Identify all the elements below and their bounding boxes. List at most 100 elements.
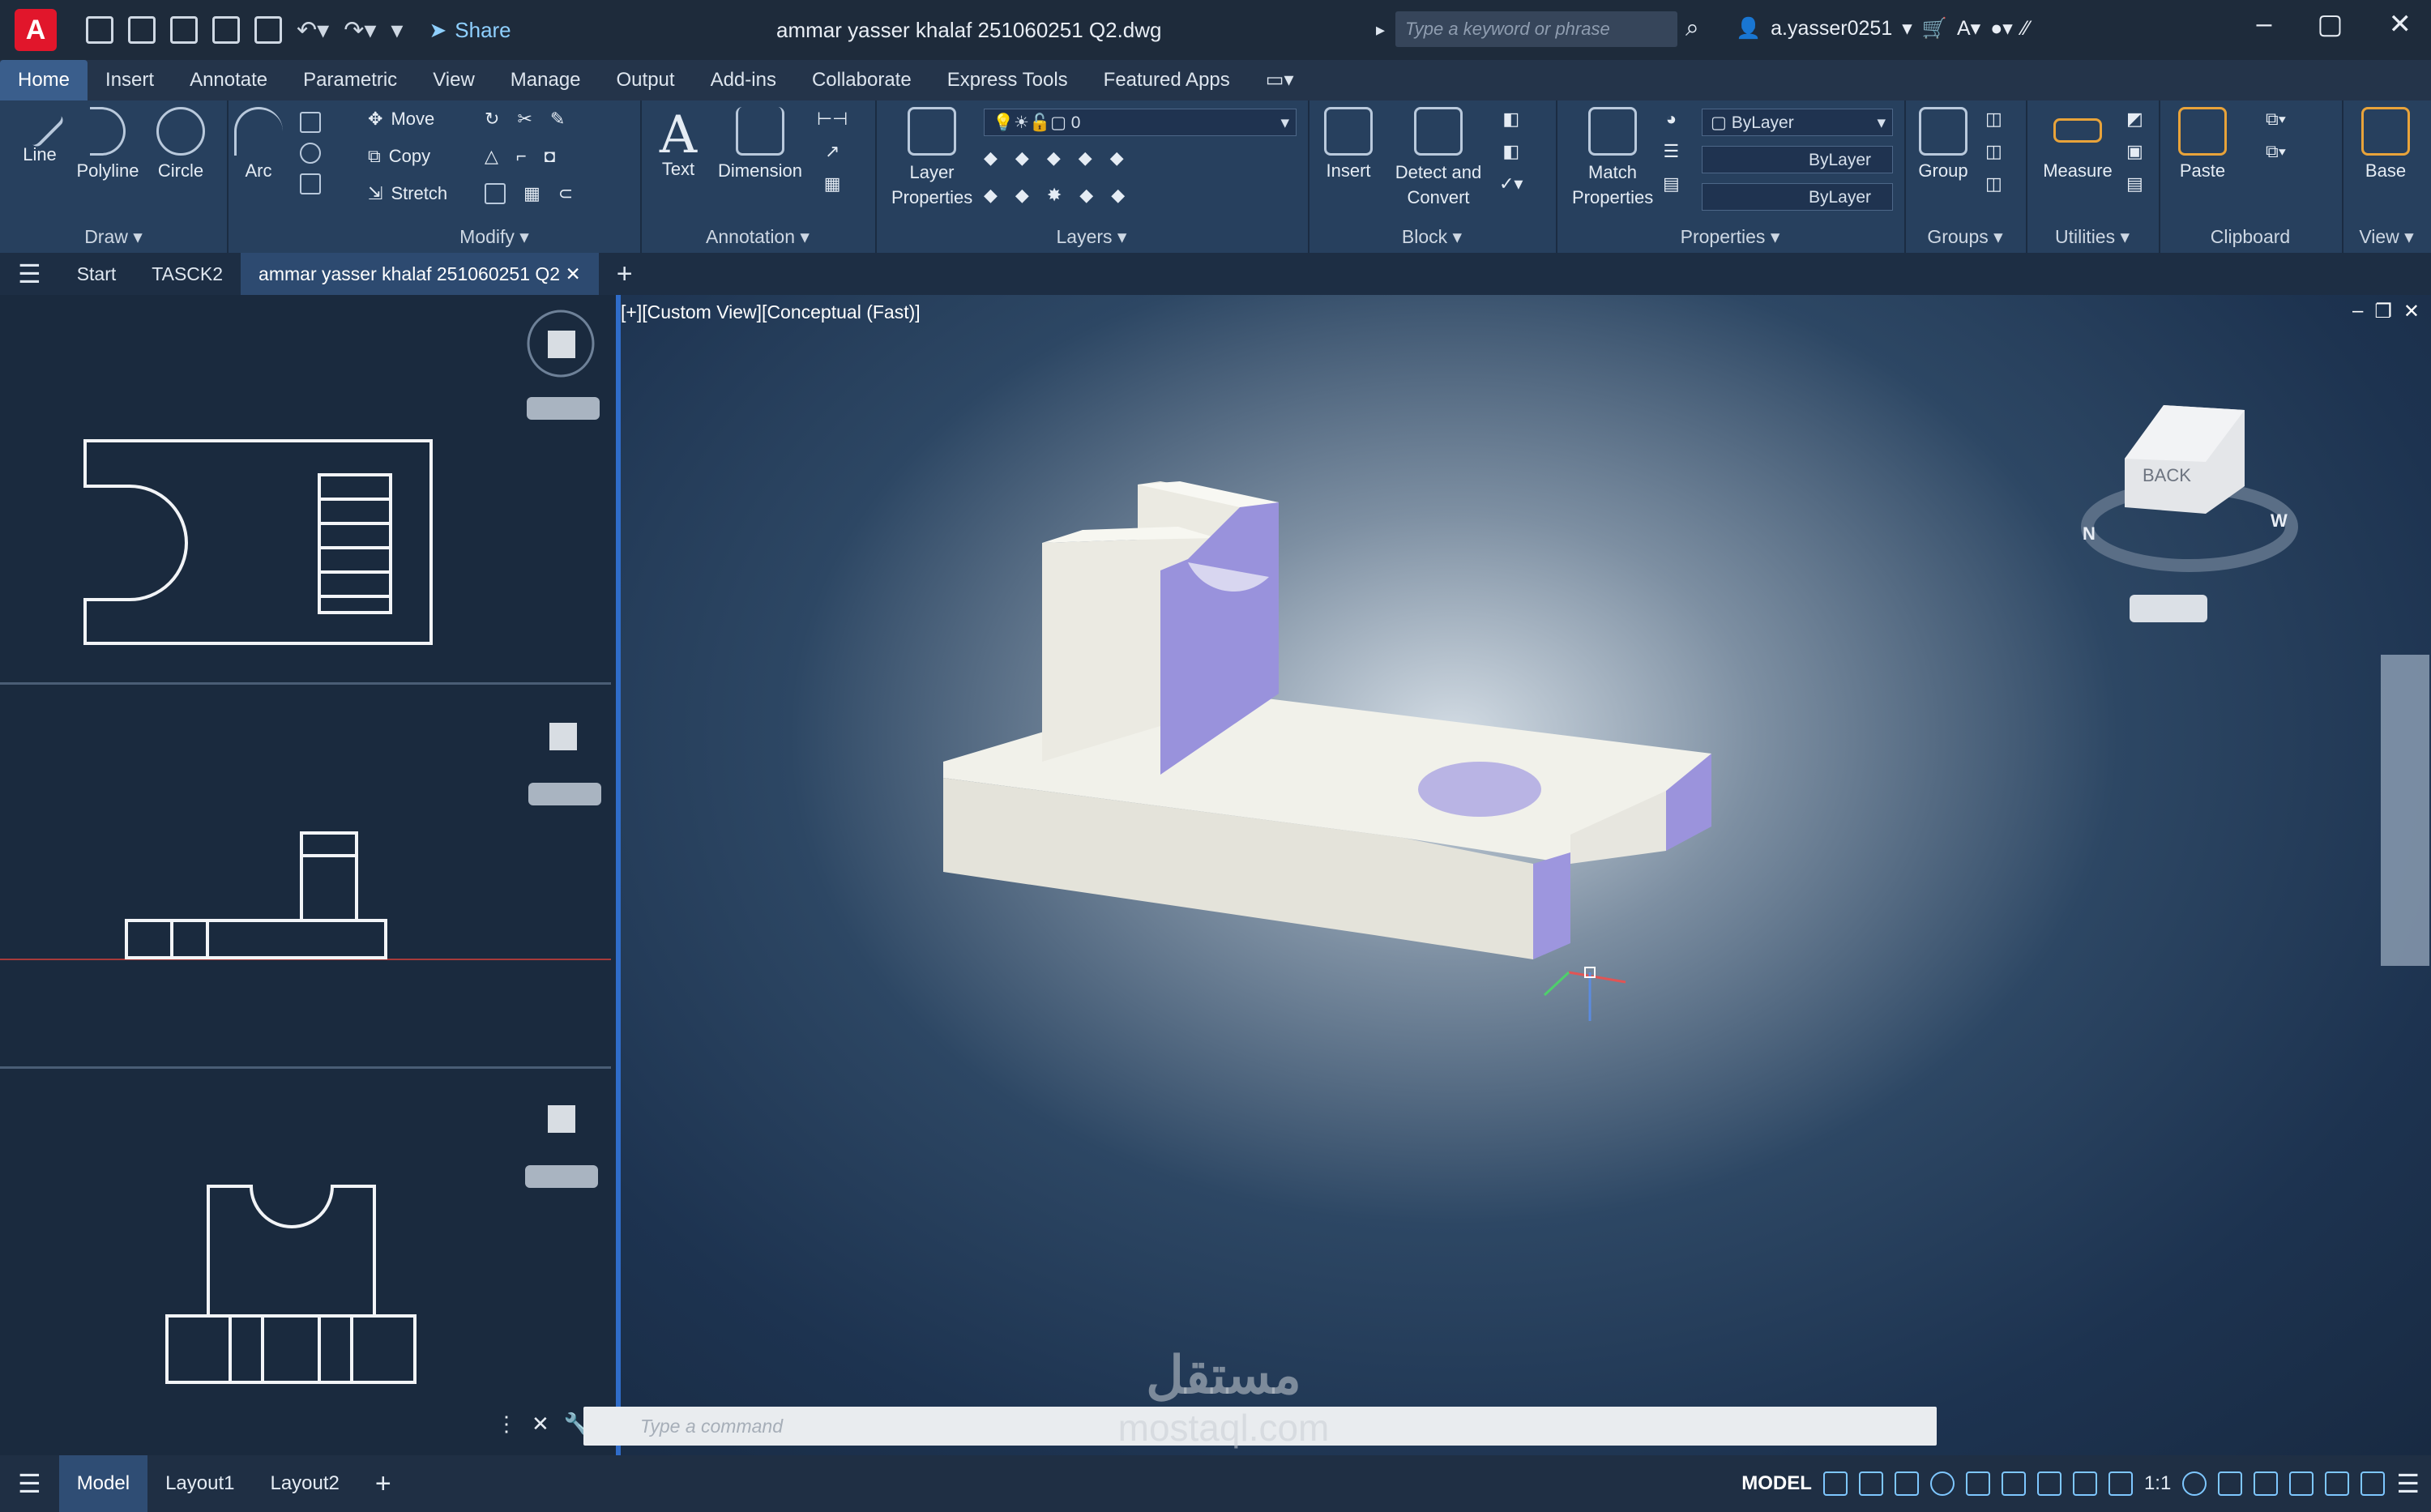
connect-icon[interactable]: ⁄⁄: [2023, 17, 2029, 41]
save-as-icon[interactable]: [212, 16, 240, 44]
polar-icon[interactable]: [1929, 1471, 1955, 1496]
viewport-divider[interactable]: [0, 682, 611, 685]
linetype-icon[interactable]: ☰: [1664, 141, 1680, 162]
search-icon[interactable]: ⌕: [1685, 15, 1699, 42]
customize-status-icon[interactable]: ☰: [2396, 1468, 2420, 1499]
undo-icon[interactable]: ↶▾: [297, 16, 329, 45]
group-select-icon[interactable]: ◫: [1985, 173, 2002, 194]
mini-viewcube-2[interactable]: [528, 723, 601, 805]
close-tab-icon[interactable]: ✕: [565, 263, 580, 284]
tab-annotate[interactable]: Annotate: [172, 60, 285, 100]
circle-tool[interactable]: Circle: [152, 107, 209, 182]
layer-freeze-icon[interactable]: ◆: [1047, 147, 1061, 169]
close-command-icon[interactable]: ✕: [532, 1412, 549, 1437]
groups-panel-label[interactable]: Groups ▾: [1904, 226, 2026, 248]
fillet-icon[interactable]: ⌐: [516, 146, 527, 167]
stretch-tool[interactable]: ⇲ Stretch: [368, 183, 447, 204]
main-3d-viewport[interactable]: [+][Custom View][Conceptual (Fast)] – ❐ …: [621, 295, 2431, 1455]
utilities-panel-label[interactable]: Utilities ▾: [2026, 226, 2159, 248]
share-button[interactable]: ➤ Share: [429, 18, 511, 43]
tab-view[interactable]: View: [415, 60, 493, 100]
draw-panel-label[interactable]: Draw ▾: [0, 226, 227, 248]
object-snap-icon[interactable]: [2036, 1471, 2061, 1496]
annotation-panel-label[interactable]: Annotation ▾: [640, 226, 875, 248]
move-tool[interactable]: ✥ Move: [368, 109, 434, 130]
color-wheel-icon[interactable]: ◕: [1666, 109, 1677, 130]
trim-icon[interactable]: ✂: [517, 109, 532, 130]
layout-menu-icon[interactable]: ☰: [0, 1468, 59, 1499]
copy-clip-icon[interactable]: ⧉▾: [2266, 141, 2286, 162]
select-all-icon[interactable]: ▣: [2126, 141, 2143, 162]
tab-express-tools[interactable]: Express Tools: [929, 60, 1086, 100]
tab-collaborate[interactable]: Collaborate: [794, 60, 929, 100]
match-properties-tool[interactable]: Match Properties: [1564, 107, 1661, 211]
object-snap-tracking-icon[interactable]: [2001, 1471, 2026, 1496]
layer-dropdown[interactable]: 💡☀🔓▢ 0 ▾: [984, 109, 1297, 136]
ortho-icon[interactable]: [1894, 1471, 1919, 1496]
tab-model[interactable]: Model: [58, 1455, 148, 1512]
layer-thaw-icon[interactable]: ✸: [1047, 185, 1062, 206]
make-current-icon[interactable]: ◆: [1110, 147, 1124, 169]
cut-icon[interactable]: ⧉▾: [2266, 109, 2286, 130]
modify-panel-label[interactable]: Modify ▾: [348, 226, 640, 248]
open-file-icon[interactable]: [128, 16, 156, 44]
layer-properties-tool[interactable]: Layer Properties: [883, 107, 981, 211]
edit-block-icon[interactable]: ◧: [1502, 141, 1519, 162]
annotation-scale[interactable]: 1:1: [2144, 1472, 2171, 1495]
tab-output[interactable]: Output: [599, 60, 693, 100]
layer-previous-icon[interactable]: ◆: [1015, 185, 1029, 206]
annotation-monitor-icon[interactable]: [2218, 1471, 2243, 1496]
paste-tool[interactable]: Paste: [2170, 107, 2235, 182]
linear-dim-icon[interactable]: ⊢⊣: [817, 109, 848, 130]
viewport-divider[interactable]: [0, 1066, 611, 1069]
linetype-dropdown[interactable]: ByLayer: [1702, 146, 1893, 173]
isolate-objects-icon[interactable]: [2325, 1471, 2350, 1496]
snap-icon[interactable]: [1858, 1471, 1883, 1496]
ellipse-icon[interactable]: [300, 143, 321, 164]
tab-start[interactable]: Start: [59, 263, 135, 285]
scale-icon[interactable]: [485, 183, 506, 204]
dimension-tool[interactable]: Dimension: [711, 107, 809, 182]
leader-icon[interactable]: ↗: [825, 141, 840, 162]
help-icon[interactable]: ●▾: [1990, 16, 2013, 41]
calculator-icon[interactable]: ▤: [2126, 173, 2143, 194]
detect-convert-tool[interactable]: Detect and Convert: [1386, 107, 1491, 211]
explode-icon[interactable]: ◘: [545, 146, 555, 167]
measure-tool[interactable]: Measure: [2037, 107, 2118, 182]
wcs-menu-button[interactable]: [2130, 595, 2207, 622]
grid-icon[interactable]: [1822, 1471, 1848, 1496]
block-panel-label[interactable]: Block ▾: [1308, 226, 1556, 248]
search-expand-icon[interactable]: ▸: [1376, 19, 1385, 41]
tab-insert[interactable]: Insert: [88, 60, 172, 100]
layer-off-icon[interactable]: ◆: [984, 147, 998, 169]
new-file-icon[interactable]: [86, 16, 113, 44]
quick-properties-icon[interactable]: [2289, 1471, 2314, 1496]
ungroup-icon[interactable]: ◫: [1985, 109, 2002, 130]
mini-viewcube-1[interactable]: [527, 310, 600, 420]
help-search-input[interactable]: Type a keyword or phrase: [1395, 11, 1677, 47]
arc-tool[interactable]: Arc: [230, 107, 287, 182]
polyline-tool[interactable]: Polyline: [71, 107, 144, 182]
tab-layout2[interactable]: Layout2: [252, 1472, 357, 1495]
create-block-icon[interactable]: ◧: [1502, 109, 1519, 130]
save-icon[interactable]: [170, 16, 198, 44]
customize-qat-icon[interactable]: ▾: [391, 16, 403, 45]
tab-tasck2[interactable]: TASCK2: [134, 263, 241, 285]
add-layout-button[interactable]: +: [357, 1468, 409, 1500]
group-tool[interactable]: Group: [1911, 107, 1976, 182]
isodraft-icon[interactable]: [1965, 1471, 1990, 1496]
copy-tool[interactable]: ⧉ Copy: [368, 146, 430, 167]
mini-viewcube-3[interactable]: [525, 1105, 598, 1188]
annotation-visibility-icon[interactable]: [2072, 1471, 2097, 1496]
clipboard-panel-label[interactable]: Clipboard: [2159, 226, 2342, 248]
erase-icon[interactable]: ✎: [550, 109, 565, 130]
cart-icon[interactable]: 🛒: [1922, 17, 1947, 41]
top-view[interactable]: [83, 439, 433, 645]
tab-parametric[interactable]: Parametric: [285, 60, 415, 100]
mirror-icon[interactable]: △: [485, 146, 498, 167]
auto-scale-icon[interactable]: [2108, 1471, 2133, 1496]
layer-unlock-icon[interactable]: ◆: [1079, 185, 1093, 206]
tab-featured-apps[interactable]: Featured Apps: [1086, 60, 1248, 100]
layers-panel-label[interactable]: Layers ▾: [875, 226, 1308, 248]
tab-add-ins[interactable]: Add-ins: [693, 60, 794, 100]
